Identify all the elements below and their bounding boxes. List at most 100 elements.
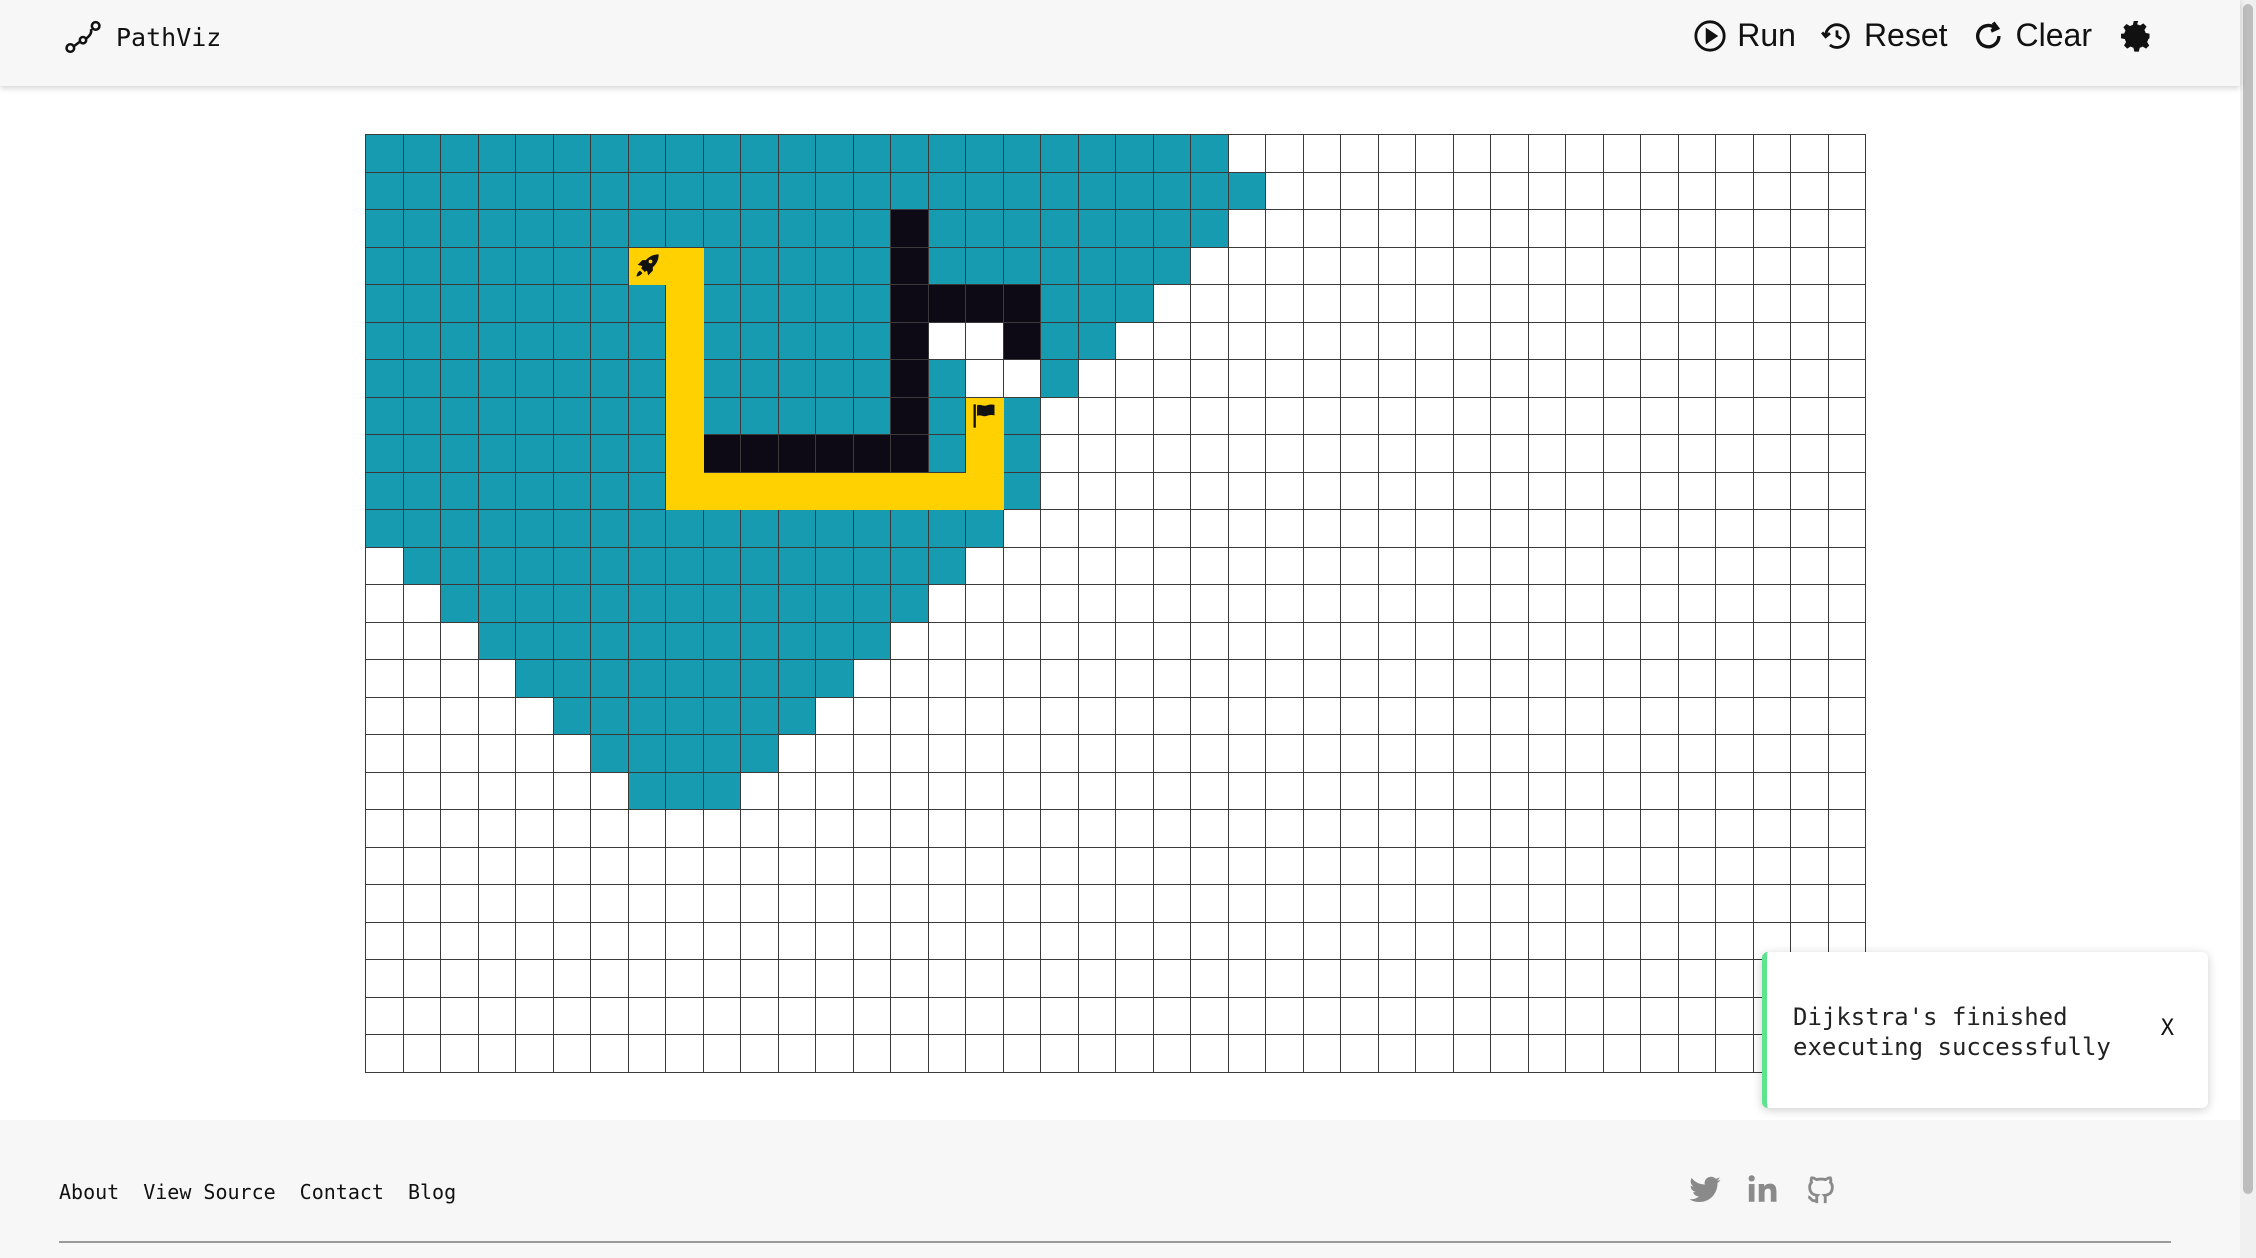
grid-cell[interactable] [1266,885,1304,923]
grid-cell[interactable] [1791,135,1829,173]
grid-cell[interactable] [1341,922,1379,960]
grid-cell[interactable] [1491,810,1529,848]
grid-cell[interactable] [1491,397,1529,435]
grid-cell[interactable] [1566,960,1604,998]
grid-cell[interactable] [1641,472,1679,510]
grid-cell[interactable] [1116,285,1154,323]
grid-cell[interactable] [441,322,479,360]
grid-cell[interactable] [441,435,479,473]
grid-cell[interactable] [1566,735,1604,773]
grid-cell[interactable] [366,360,404,398]
grid-cell[interactable] [516,510,554,548]
grid-cell[interactable] [516,210,554,248]
grid-cell[interactable] [1378,922,1416,960]
grid-cell[interactable] [366,510,404,548]
grid-cell[interactable] [1566,585,1604,623]
grid-cell[interactable] [703,810,741,848]
grid-cell[interactable] [1753,772,1791,810]
grid-cell[interactable] [1678,810,1716,848]
grid-cell[interactable] [1303,585,1341,623]
grid-cell[interactable] [741,997,779,1035]
grid-cell[interactable] [1528,622,1566,660]
grid-cell[interactable] [366,585,404,623]
grid-cell[interactable] [516,810,554,848]
grid-cell[interactable] [1603,922,1641,960]
grid-cell[interactable] [1491,922,1529,960]
grid-cell[interactable] [403,885,441,923]
grid-cell[interactable] [1041,997,1079,1035]
grid-cell[interactable] [1266,622,1304,660]
grid-cell[interactable] [366,285,404,323]
grid-cell[interactable] [1716,547,1754,585]
grid-cell[interactable] [1041,397,1079,435]
grid-cell[interactable] [516,397,554,435]
grid-cell[interactable] [478,360,516,398]
grid-cell[interactable] [1528,810,1566,848]
grid-cell[interactable] [741,1035,779,1073]
grid-cell[interactable] [1191,622,1229,660]
grid-cell[interactable] [1153,697,1191,735]
grid-cell[interactable] [1753,622,1791,660]
grid-cell[interactable] [928,322,966,360]
grid-cell[interactable] [666,585,704,623]
grid-cell[interactable] [366,622,404,660]
grid-cell[interactable] [1191,697,1229,735]
grid-cell[interactable] [891,960,929,998]
grid-cell[interactable] [591,172,629,210]
grid-cell[interactable] [553,697,591,735]
grid-cell[interactable] [666,885,704,923]
grid-cell[interactable] [966,135,1004,173]
grid-cell[interactable] [891,510,929,548]
grid-cell[interactable] [778,660,816,698]
grid-cell[interactable] [1791,397,1829,435]
grid-cell[interactable] [966,960,1004,998]
grid-cell[interactable] [853,622,891,660]
grid-cell[interactable] [1566,172,1604,210]
grid-cell[interactable] [891,472,929,510]
grid-cell[interactable] [928,285,966,323]
grid-cell[interactable] [1116,135,1154,173]
grid-cell[interactable] [1528,247,1566,285]
grid-cell[interactable] [1078,472,1116,510]
grid-cell[interactable] [553,360,591,398]
footer-link-contact[interactable]: Contact [300,1180,384,1204]
grid-cell[interactable] [403,622,441,660]
grid-cell[interactable] [553,472,591,510]
grid-cell[interactable] [1791,172,1829,210]
grid-cell[interactable] [1678,510,1716,548]
grid-cell[interactable] [1791,697,1829,735]
grid-cell[interactable] [741,135,779,173]
grid-cell[interactable] [478,997,516,1035]
grid-cell[interactable] [1191,435,1229,473]
grid-cell[interactable] [1378,172,1416,210]
grid-cell[interactable] [1753,735,1791,773]
grid-cell[interactable] [478,210,516,248]
grid-cell[interactable] [1716,247,1754,285]
grid-cell[interactable] [1528,847,1566,885]
grid-cell[interactable] [891,622,929,660]
grid-cell[interactable] [1566,510,1604,548]
grid-cell[interactable] [1153,322,1191,360]
grid-cell[interactable] [928,810,966,848]
grid-cell[interactable] [516,847,554,885]
grid-cell[interactable] [1641,1035,1679,1073]
grid-cell[interactable] [1153,435,1191,473]
grid-cell[interactable] [1341,172,1379,210]
grid-cell[interactable] [778,622,816,660]
grid-cell[interactable] [441,585,479,623]
grid-cell[interactable] [591,922,629,960]
grid-cell[interactable] [741,922,779,960]
grid-cell[interactable] [1228,547,1266,585]
grid-cell[interactable] [628,285,666,323]
grid-cell[interactable] [1453,697,1491,735]
grid-cell[interactable] [1566,135,1604,173]
grid-cell[interactable] [1453,922,1491,960]
grid-cell[interactable] [1491,847,1529,885]
grid-cell[interactable] [591,247,629,285]
grid-cell[interactable] [1641,547,1679,585]
grid-cell[interactable] [1303,135,1341,173]
grid-cell[interactable] [1566,285,1604,323]
grid-cell[interactable] [1716,472,1754,510]
grid-cell[interactable] [1716,885,1754,923]
grid-cell[interactable] [1378,810,1416,848]
